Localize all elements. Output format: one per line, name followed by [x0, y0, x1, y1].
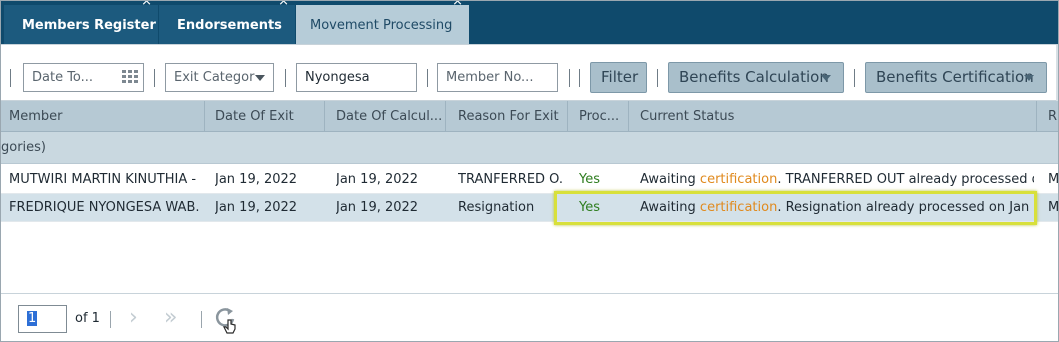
- extra-cell: M: [1048, 172, 1059, 187]
- tab-label: Members Register: [22, 18, 156, 33]
- column-header-current-status[interactable]: Current Status: [629, 101, 1037, 132]
- tab-members-register[interactable]: Members Register ×: [4, 1, 158, 44]
- divider: [154, 69, 155, 87]
- benefits-calculation-label: Benefits Calculation: [679, 68, 829, 86]
- filter-button[interactable]: Filter: [590, 62, 647, 93]
- column-header-date-of-exit[interactable]: Date Of Exit: [205, 101, 325, 132]
- exit-category-select[interactable]: Exit Categor: [165, 63, 274, 92]
- page-count-label: of 1: [75, 311, 100, 326]
- tab-movement-processing[interactable]: Movement Processing ×: [296, 1, 469, 44]
- divider: [579, 69, 580, 87]
- app-frame: Members Register × Endorsements × Moveme…: [0, 0, 1059, 342]
- processed-cell: Yes: [579, 200, 600, 215]
- reason-for-exit-cell: Resignation: [458, 200, 535, 215]
- divider: [285, 69, 286, 87]
- reason-for-exit-cell: TRANFERRED O...: [458, 172, 564, 187]
- benefits-certification-button[interactable]: Benefits Certification: [865, 62, 1047, 93]
- status-suffix: . Resignation already processed on Jan 2…: [777, 200, 1030, 215]
- tab-label: Movement Processing: [310, 18, 453, 33]
- refresh-icon[interactable]: [214, 305, 240, 335]
- member-cell: MUTWIRI MARTIN KINUTHIA - ...: [9, 172, 199, 187]
- status-prefix: Awaiting: [640, 200, 700, 215]
- extra-cell: M: [1048, 200, 1059, 215]
- last-page-icon[interactable]: »: [164, 303, 177, 333]
- member-cell: FREDRIQUE NYONGESA WAB...: [9, 200, 199, 215]
- column-header-reason-for-exit[interactable]: Reason For Exit: [446, 101, 568, 132]
- member-no-input[interactable]: Member No...: [437, 63, 558, 92]
- date-to-field[interactable]: Date To...: [23, 63, 144, 92]
- date-of-calculation-cell: Jan 19, 2022: [336, 172, 419, 187]
- grid-header: Member Date Of Exit Date Of Calcul... Re…: [1, 101, 1058, 132]
- next-page-icon[interactable]: ›: [129, 303, 138, 333]
- group-row[interactable]: gories): [1, 132, 1058, 164]
- column-header-processed[interactable]: Proc...: [568, 101, 629, 132]
- column-header-date-of-calculation[interactable]: Date Of Calcul...: [325, 101, 446, 132]
- divider: [427, 69, 428, 87]
- status-suffix: . TRANFERRED OUT already processed on Ja…: [777, 172, 1034, 187]
- page-value: 1: [27, 311, 38, 326]
- group-label: gories): [1, 140, 47, 155]
- divider: [854, 69, 855, 87]
- page-number-input[interactable]: 1: [18, 305, 67, 333]
- current-status-cell: Awaiting certification. Resignation alre…: [640, 194, 1030, 222]
- member-no-placeholder: Member No...: [446, 70, 534, 85]
- close-icon[interactable]: ×: [278, 1, 289, 12]
- table-row[interactable]: FREDRIQUE NYONGESA WAB... Jan 19, 2022 J…: [1, 194, 1059, 222]
- search-value: Nyongesa: [305, 70, 370, 85]
- table-row[interactable]: MUTWIRI MARTIN KINUTHIA - ... Jan 19, 20…: [1, 166, 1059, 194]
- status-highlight: certification: [699, 172, 778, 187]
- tab-endorsements[interactable]: Endorsements ×: [159, 1, 295, 44]
- divider: [201, 311, 202, 328]
- column-header-extra[interactable]: R: [1037, 101, 1058, 132]
- column-header-member[interactable]: Member: [1, 101, 205, 132]
- divider: [110, 311, 111, 328]
- divider: [657, 69, 658, 87]
- processed-cell: Yes: [579, 172, 600, 187]
- chevron-down-icon: [821, 75, 831, 81]
- chevron-down-icon: [1024, 75, 1034, 81]
- close-icon[interactable]: ×: [452, 1, 463, 12]
- date-of-calculation-cell: Jan 19, 2022: [336, 200, 419, 215]
- status-prefix: Awaiting: [640, 172, 700, 187]
- close-icon[interactable]: ×: [141, 1, 152, 12]
- divider: [569, 69, 570, 87]
- name-search-input[interactable]: Nyongesa: [296, 63, 417, 92]
- filter-toolbar: Date To... Exit Categor Nyongesa Member …: [1, 44, 1058, 102]
- date-of-exit-cell: Jan 19, 2022: [215, 172, 298, 187]
- status-highlight: certification: [699, 200, 778, 215]
- pager: 1 of 1 › »: [1, 293, 1058, 341]
- divider: [10, 69, 11, 87]
- tab-label: Endorsements: [177, 18, 282, 33]
- date-of-exit-cell: Jan 19, 2022: [215, 200, 298, 215]
- calendar-icon[interactable]: [121, 69, 139, 86]
- exit-category-placeholder: Exit Categor: [174, 70, 255, 85]
- filter-label: Filter: [601, 68, 639, 86]
- benefits-certification-label: Benefits Certification: [876, 68, 1034, 86]
- current-status-cell: Awaiting certification. TRANFERRED OUT a…: [640, 166, 1034, 194]
- date-to-placeholder: Date To...: [32, 70, 94, 85]
- chevron-down-icon: [255, 75, 265, 81]
- benefits-calculation-button[interactable]: Benefits Calculation: [668, 62, 844, 93]
- tab-bar: Members Register × Endorsements × Moveme…: [1, 1, 1058, 44]
